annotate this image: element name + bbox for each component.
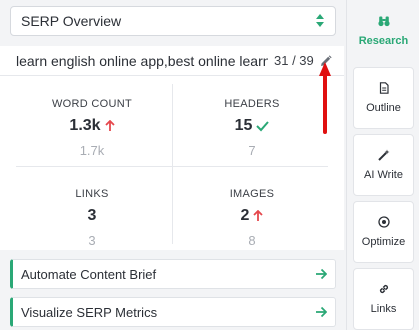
stat-word-count: WORD COUNT 1.3k 1.7k (12, 98, 172, 158)
serp-selector[interactable]: SERP Overview (10, 6, 336, 36)
stat-label: HEADERS (224, 98, 280, 110)
keyword-text: learn english online app,best online lea… (16, 52, 268, 69)
stat-benchmark: 3 (88, 233, 96, 248)
serp-selector-label: SERP Overview (21, 13, 122, 29)
arrow-up-icon (253, 210, 264, 221)
stat-label: WORD COUNT (52, 98, 132, 110)
tab-label: Outline (366, 102, 401, 114)
serp-panel: SERP Overview learn english online app,b… (0, 0, 346, 330)
arrow-right-icon (316, 306, 327, 318)
stat-links: LINKS 3 3 (12, 188, 172, 248)
keyword-count: 31 / 39 (274, 53, 314, 68)
stat-value: 15 (234, 117, 253, 134)
tab-optimize[interactable]: Optimize (353, 201, 414, 263)
target-icon (377, 216, 390, 228)
stat-label: LINKS (75, 188, 109, 200)
visualize-serp-metrics-button[interactable]: Visualize SERP Metrics (10, 297, 336, 327)
automate-content-brief-button[interactable]: Automate Content Brief (10, 259, 336, 289)
document-icon (379, 82, 389, 94)
stat-images: IMAGES 2 8 (172, 188, 332, 248)
tab-research[interactable]: Research (353, 0, 414, 62)
arrow-right-icon (316, 268, 327, 280)
keyword-card: learn english online app,best online lea… (0, 46, 344, 250)
stat-value: 3 (87, 207, 97, 224)
tab-label: Optimize (361, 236, 406, 248)
annotation-arrow-icon (319, 62, 331, 134)
stat-label: IMAGES (229, 188, 275, 200)
stat-headers: HEADERS 15 7 (172, 98, 332, 158)
stats-divider-horizontal (16, 166, 328, 167)
stat-benchmark: 1.7k (79, 143, 105, 158)
tab-outline[interactable]: Outline (353, 67, 414, 129)
action-label: Visualize SERP Metrics (21, 304, 158, 320)
tab-ai-write[interactable]: AI Write (353, 134, 414, 196)
tab-links[interactable]: Links (353, 268, 414, 330)
tool-sidebar: Research Outline AI Write Optimize Links (346, 0, 419, 330)
tab-label: Research (358, 35, 409, 47)
stat-value: 2 (240, 207, 250, 224)
binoculars-icon (377, 16, 390, 27)
link-icon (379, 284, 388, 294)
tab-label: Links (370, 303, 397, 315)
stat-value: 1.3k (69, 117, 101, 134)
magic-wand-icon (377, 149, 389, 161)
action-label: Automate Content Brief (21, 266, 157, 282)
stats-grid: WORD COUNT 1.3k 1.7k HEADERS 15 7 LINKS … (0, 76, 344, 250)
keyword-row: learn english online app,best online lea… (0, 46, 344, 76)
check-icon (256, 121, 270, 132)
sort-updown-icon (315, 14, 325, 28)
stat-benchmark: 8 (248, 233, 256, 248)
tab-label: AI Write (364, 169, 403, 181)
arrow-up-icon (104, 120, 115, 131)
stat-benchmark: 7 (248, 143, 256, 158)
